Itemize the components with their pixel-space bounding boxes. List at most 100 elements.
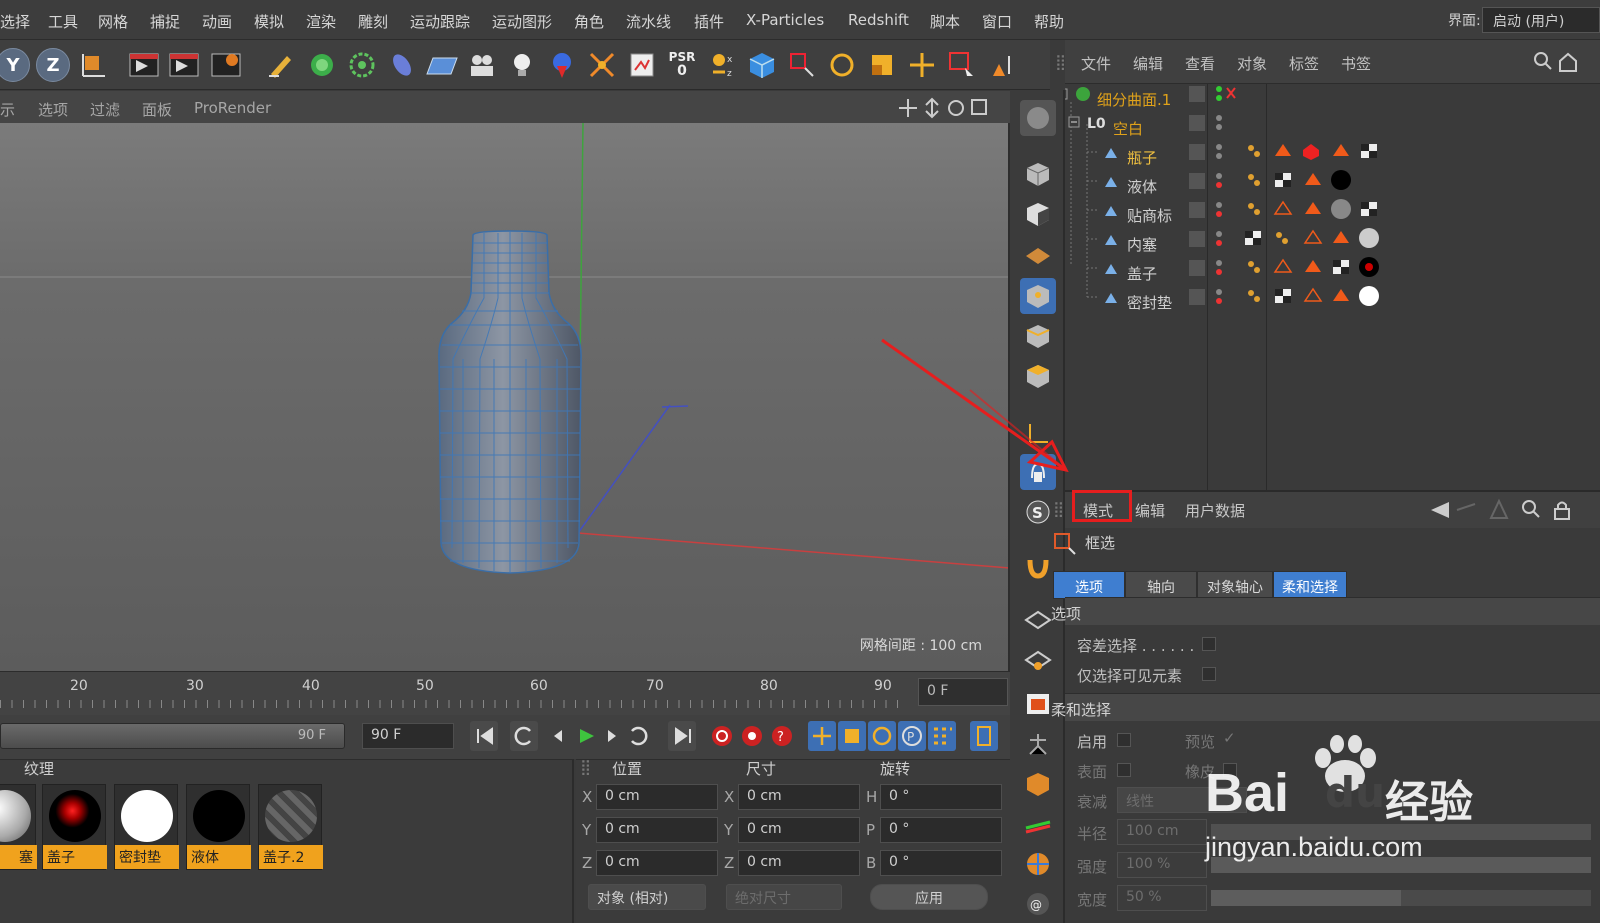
om-menu-tags[interactable]: 标签 — [1289, 53, 1319, 74]
material-swatch[interactable]: 盖子.2 — [258, 784, 323, 870]
search-icon[interactable] — [1521, 499, 1541, 521]
model-mode-icon[interactable] — [1020, 156, 1056, 192]
box-icon[interactable] — [1020, 766, 1056, 802]
om-menu-file[interactable]: 文件 — [1081, 53, 1111, 74]
cube-primitive-icon[interactable] — [304, 47, 340, 83]
tab-axis[interactable]: 轴向 — [1125, 571, 1197, 599]
tab-soft-selection[interactable]: 柔和选择 — [1273, 571, 1347, 599]
rotate-icon[interactable] — [824, 47, 860, 83]
psr-icon[interactable]: PSR 0 — [664, 47, 700, 83]
menu-render[interactable]: 渲染 — [306, 11, 336, 32]
coordinate-mode-dropdown[interactable]: 对象 (相对) — [588, 884, 706, 910]
grid-snap-icon[interactable] — [1020, 642, 1056, 678]
axis-lock-icon[interactable]: xz — [704, 47, 740, 83]
menu-character[interactable]: 角色 — [574, 11, 604, 32]
position-x-field[interactable]: 0 cm — [596, 784, 718, 810]
texture-mode-icon[interactable] — [1020, 196, 1056, 232]
spline-icon[interactable] — [384, 47, 420, 83]
light-icon[interactable] — [504, 47, 540, 83]
menu-pipeline[interactable]: 流水线 — [626, 11, 671, 32]
object-row[interactable]: 瓶子 — [1065, 142, 1600, 171]
plane-icon[interactable] — [424, 47, 460, 83]
strength-field[interactable]: 100 % — [1117, 852, 1207, 878]
menu-mograph[interactable]: 运动图形 — [492, 11, 552, 32]
enable-checkbox[interactable] — [1117, 733, 1131, 747]
sphere-grid-icon[interactable] — [1020, 846, 1056, 882]
python-icon[interactable]: @ — [1020, 886, 1056, 922]
soft-selection-section-header[interactable]: 柔和选择 — [1051, 693, 1600, 721]
material-tab-label[interactable]: 纹理 — [24, 758, 54, 779]
axis-z-icon[interactable]: Z — [36, 48, 70, 82]
size-y-field[interactable]: 0 cm — [738, 817, 860, 843]
points-mode-icon[interactable] — [1020, 278, 1056, 314]
material-swatch[interactable]: 盖子 — [42, 784, 107, 870]
apply-button[interactable]: 应用 — [870, 884, 988, 910]
deformer-icon[interactable] — [584, 47, 620, 83]
menu-window[interactable]: 窗口 — [982, 11, 1012, 32]
om-menu-object[interactable]: 对象 — [1237, 53, 1267, 74]
coord-system-icon[interactable] — [76, 47, 112, 83]
render-settings-icon[interactable] — [208, 47, 244, 83]
material-swatch[interactable]: 塞 — [0, 784, 37, 870]
object-row[interactable]: 内塞 — [1065, 229, 1600, 258]
axis-y-icon[interactable]: Y — [0, 48, 30, 82]
object-row[interactable]: 液体 — [1065, 171, 1600, 200]
scale-icon[interactable] — [864, 47, 900, 83]
menu-motion-tracking[interactable]: 运动跟踪 — [410, 11, 470, 32]
size-z-field[interactable]: 0 cm — [738, 850, 860, 876]
timeline-ruler[interactable]: 20 30 40 50 60 70 80 90 0 F — [0, 671, 1010, 715]
home-icon[interactable] — [1557, 51, 1579, 73]
scene-icon[interactable] — [624, 47, 660, 83]
end-frame-field[interactable]: 90 F — [362, 723, 454, 749]
menu-redshift[interactable]: Redshift — [848, 11, 909, 29]
cube-icon[interactable] — [744, 47, 780, 83]
am-menu-mode[interactable]: 模式 — [1083, 500, 1113, 521]
menu-select[interactable]: 选择 — [0, 11, 30, 32]
move-icon[interactable] — [904, 47, 940, 83]
menu-mesh[interactable]: 网格 — [98, 11, 128, 32]
interface-dropdown[interactable]: 启动 (用户) — [1482, 7, 1600, 33]
frame-range-slider[interactable]: 90 F — [0, 723, 345, 749]
workplane-icon[interactable] — [1020, 236, 1056, 272]
material-swatch[interactable]: 密封垫 — [114, 784, 179, 870]
menu-animate[interactable]: 动画 — [202, 11, 232, 32]
viewport-menu-display[interactable]: 示 — [0, 99, 15, 120]
width-field[interactable]: 50 % — [1117, 885, 1207, 911]
size-mode-dropdown[interactable]: 绝对尺寸 — [726, 884, 842, 910]
current-frame-field[interactable]: 0 F — [918, 678, 1008, 706]
3d-viewport[interactable]: 网格间距 : 100 cm — [0, 123, 1010, 671]
snap-icon[interactable] — [984, 47, 1020, 83]
tab-object-pivot[interactable]: 对象轴心 — [1197, 571, 1273, 599]
viewport-menu-prorender[interactable]: ProRender — [194, 99, 271, 117]
selection-icon[interactable] — [784, 47, 820, 83]
menu-help[interactable]: 帮助 — [1034, 11, 1064, 32]
sculpt-icon[interactable] — [1020, 100, 1056, 136]
object-row[interactable]: 密封垫 — [1065, 287, 1600, 316]
options-section-header[interactable]: 选项 — [1051, 597, 1600, 625]
om-menu-edit[interactable]: 编辑 — [1133, 53, 1163, 74]
viewport-menu-options[interactable]: 选项 — [38, 99, 68, 120]
object-row[interactable]: 贴商标 — [1065, 200, 1600, 229]
magnet-icon[interactable] — [1020, 548, 1056, 584]
search-icon[interactable] — [1533, 51, 1553, 73]
om-menu-bookmarks[interactable]: 书签 — [1341, 53, 1371, 74]
only-visible-checkbox[interactable] — [1202, 667, 1216, 681]
viewport-menu-filter[interactable]: 过滤 — [90, 99, 120, 120]
menu-xparticles[interactable]: X-Particles — [746, 11, 824, 29]
character-icon[interactable] — [1020, 726, 1056, 762]
object-row[interactable]: 盖子 — [1065, 258, 1600, 287]
playback-controls[interactable]: ? P — [470, 721, 1010, 753]
rectangle-select-icon[interactable] — [944, 47, 980, 83]
preview-check-icon[interactable]: ✓ — [1223, 729, 1236, 747]
camera-icon[interactable] — [464, 47, 500, 83]
snap-mode-icon[interactable]: S — [1020, 494, 1056, 530]
material-icon[interactable] — [544, 47, 580, 83]
floor-icon[interactable] — [1020, 806, 1056, 842]
om-menu-view[interactable]: 查看 — [1185, 53, 1215, 74]
size-x-field[interactable]: 0 cm — [738, 784, 860, 810]
menu-snap[interactable]: 捕捉 — [150, 11, 180, 32]
surface-checkbox[interactable] — [1117, 763, 1131, 777]
menu-script[interactable]: 脚本 — [930, 11, 960, 32]
rotation-b-field[interactable]: 0 ° — [880, 850, 1002, 876]
render-view-icon[interactable] — [126, 47, 162, 83]
